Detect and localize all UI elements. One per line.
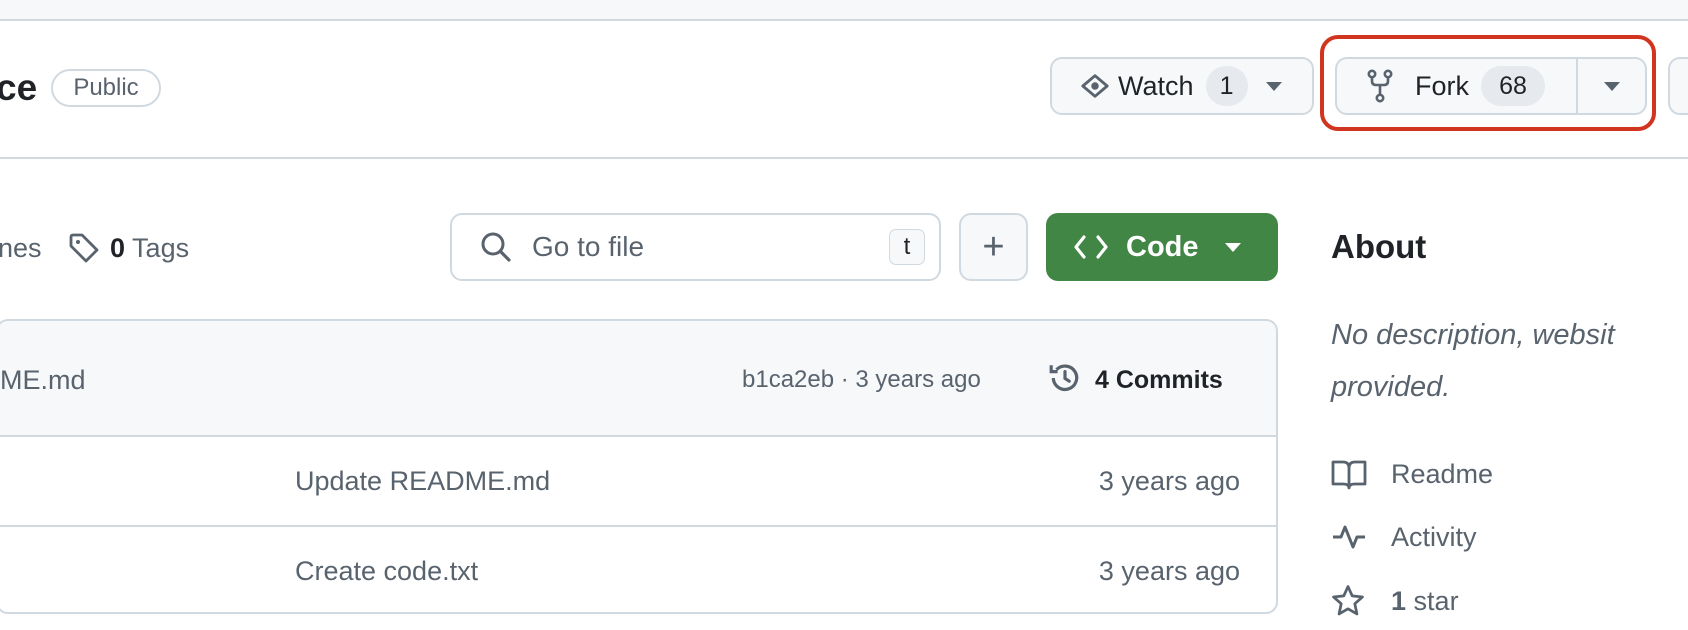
- add-file-button[interactable]: +: [959, 213, 1028, 281]
- pulse-icon: [1331, 521, 1367, 553]
- watch-label: Watch: [1118, 70, 1194, 101]
- code-button[interactable]: Code: [1046, 213, 1278, 281]
- branches-link[interactable]: nes: [0, 231, 42, 265]
- caret-down-icon: [1265, 81, 1282, 91]
- stars-label: star: [1413, 586, 1459, 616]
- caret-down-icon: [1224, 242, 1241, 252]
- star-icon: [1331, 584, 1365, 618]
- tags-count: 0: [110, 233, 126, 263]
- go-to-file-input[interactable]: Go to file t: [450, 213, 941, 281]
- tag-icon: [68, 232, 100, 264]
- header-divider: [0, 157, 1688, 159]
- about-heading: About: [1331, 228, 1427, 265]
- history-icon: [1048, 361, 1082, 395]
- fork-label: Fork: [1415, 70, 1469, 101]
- visibility-badge: Public: [51, 69, 161, 107]
- file-table: ME.md b1ca2eb · 3 years ago 4 Commits Up…: [0, 319, 1278, 614]
- latest-commit-meta[interactable]: b1ca2eb · 3 years ago: [742, 366, 981, 394]
- top-nav-band: [0, 0, 1688, 21]
- file-commit-time: 3 years ago: [1098, 556, 1240, 586]
- code-label: Code: [1126, 230, 1199, 263]
- repo-title[interactable]: ce: [0, 66, 37, 110]
- caret-down-icon: [1603, 81, 1620, 91]
- tags-label: Tags: [132, 233, 190, 263]
- row-divider: [0, 525, 1276, 527]
- about-description: No description, websit: [1331, 319, 1615, 351]
- fork-dropdown-button[interactable]: [1578, 59, 1645, 113]
- fork-count: 68: [1481, 66, 1545, 106]
- book-icon: [1331, 458, 1367, 490]
- latest-commit-message[interactable]: ME.md: [0, 363, 86, 397]
- stars-count: 1: [1391, 586, 1407, 616]
- repo-forked-icon: [1367, 69, 1393, 103]
- readme-link[interactable]: Readme: [1331, 457, 1493, 491]
- stars-link[interactable]: 1 star: [1331, 584, 1459, 618]
- readme-label: Readme: [1391, 459, 1494, 489]
- commits-link[interactable]: 4 Commits: [1095, 363, 1223, 397]
- eye-icon: [1080, 71, 1110, 101]
- search-placeholder: Go to file: [532, 231, 645, 262]
- watch-count: 1: [1205, 66, 1248, 106]
- code-icon: [1074, 233, 1108, 261]
- activity-link[interactable]: Activity: [1331, 520, 1477, 554]
- search-icon: [480, 231, 512, 263]
- about-description-cont: provided.: [1331, 371, 1451, 403]
- activity-label: Activity: [1391, 522, 1477, 552]
- file-commit-time: 3 years ago: [1098, 466, 1240, 496]
- latest-commit-header: ME.md b1ca2eb · 3 years ago 4 Commits: [0, 321, 1276, 437]
- watch-button[interactable]: Watch 1: [1050, 57, 1314, 115]
- star-button[interactable]: [1668, 57, 1688, 115]
- file-commit-message[interactable]: Update README.md: [295, 464, 550, 498]
- tags-link[interactable]: 0 Tags: [110, 231, 189, 265]
- file-commit-message[interactable]: Create code.txt: [295, 554, 478, 588]
- shortcut-key: t: [889, 229, 925, 265]
